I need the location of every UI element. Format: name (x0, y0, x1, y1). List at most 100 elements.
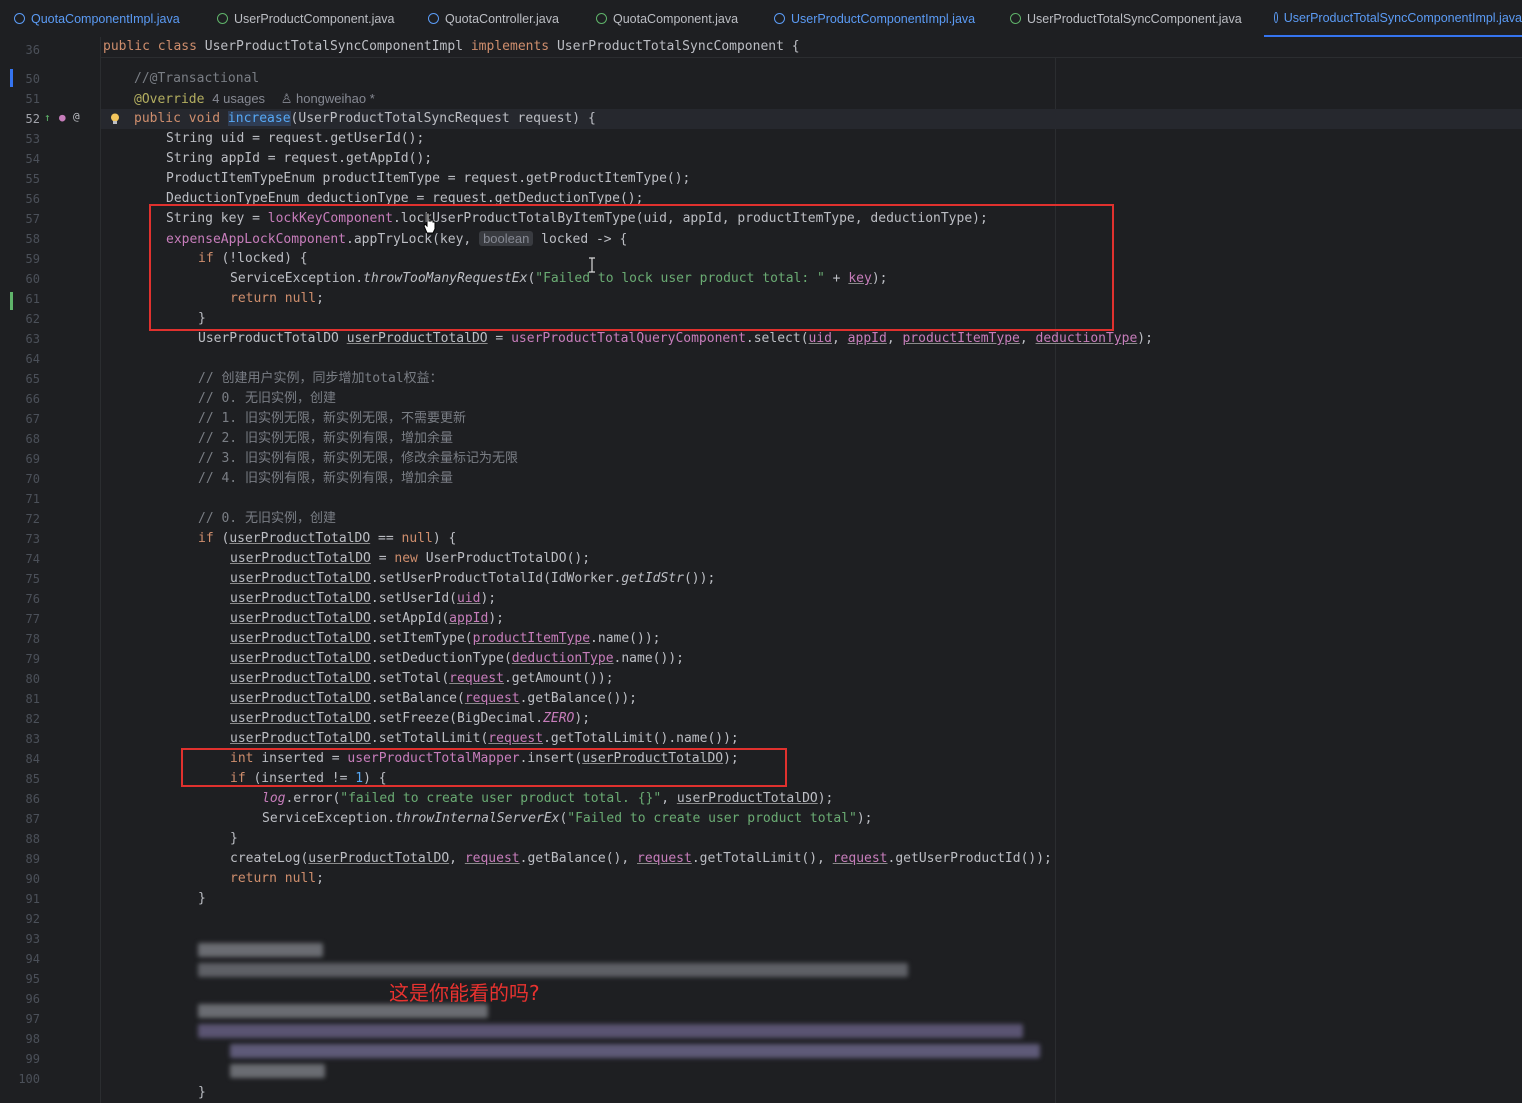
tab-label: QuotaController.java (445, 11, 559, 26)
code-editor[interactable]: public class UserProductTotalSyncCompone… (101, 37, 1522, 1103)
blurred-code (198, 1004, 488, 1018)
code-line-51[interactable]: @Override 4 usages ♙ hongweihao * (134, 89, 375, 110)
code-line-50[interactable]: //@Transactional (134, 69, 259, 89)
code-line-65[interactable]: // 创建用户实例，同步增加total权益： (198, 369, 443, 389)
line-number: 95 (25, 972, 40, 986)
tab-user-product-total-sync-component[interactable]: UserProductTotalSyncComponent.java (1010, 0, 1242, 37)
sticky-class-header[interactable]: public class UserProductTotalSyncCompone… (101, 37, 1522, 58)
code-line-75[interactable]: userProductTotalDO.setUserProductTotalId… (230, 569, 715, 589)
code-line-91[interactable]: } (198, 889, 206, 909)
class-icon (774, 13, 785, 24)
line-number: 77 (25, 612, 40, 626)
tab-user-product-component-impl[interactable]: UserProductComponentImpl.java (774, 0, 975, 37)
line-number: 60 (25, 272, 40, 286)
line-number: 62 (25, 312, 40, 326)
code-line-78[interactable]: userProductTotalDO.setItemType(productIt… (230, 629, 661, 649)
line-text: //@Transactional (134, 71, 260, 86)
code-line-89[interactable]: createLog(userProductTotalDO, request.ge… (230, 849, 1052, 869)
line-text: // 0. 无旧实例，创建 (198, 511, 336, 526)
line-number: 54 (25, 152, 40, 166)
line-number: 94 (25, 952, 40, 966)
line-text: // 1. 旧实例无限，新实例无限，不需要更新 (198, 411, 466, 426)
code-line-87[interactable]: ServiceException.throwInternalServerEx("… (262, 809, 873, 829)
highlight-box-insert (181, 748, 787, 787)
interface-icon (596, 13, 607, 24)
override-annotation: @Override (134, 92, 205, 107)
line-number: 58 (25, 232, 40, 246)
component-icon[interactable]: ● (59, 111, 66, 124)
line-number: 74 (25, 552, 40, 566)
line-number: 91 (25, 892, 40, 906)
class-icon (14, 13, 25, 24)
tab-user-product-total-sync-component-impl[interactable]: UserProductTotalSyncComponentImpl.java (1264, 0, 1522, 37)
line-number: 59 (25, 252, 40, 266)
line-number: 68 (25, 432, 40, 446)
tab-quota-controller[interactable]: QuotaController.java (428, 0, 559, 37)
code-line-66[interactable]: // 0. 无旧实例，创建 (198, 389, 336, 409)
usages-hint[interactable]: 4 usages (212, 91, 265, 106)
code-line-69[interactable]: // 3. 旧实例有限，新实例无限，修改余量标记为无限 (198, 449, 518, 469)
line-number: 80 (25, 672, 40, 686)
line-number: 78 (25, 632, 40, 646)
code-line-83[interactable]: userProductTotalDO.setTotalLimit(request… (230, 729, 739, 749)
tab-quota-component[interactable]: QuotaComponent.java (596, 0, 738, 37)
line-text: // 2. 旧实例无限，新实例有限，增加余量 (198, 431, 453, 446)
sticky-code: public class UserProductTotalSyncCompone… (103, 39, 800, 54)
author-hint[interactable]: ♙ hongweihao * (281, 91, 375, 106)
code-line-54[interactable]: String appId = request.getAppId(); (166, 149, 432, 169)
implements-icon[interactable]: ↑ (44, 111, 51, 124)
line-number: 98 (25, 1032, 40, 1046)
line-number: 89 (25, 852, 40, 866)
hand-cursor-icon (423, 212, 436, 234)
code-line-67[interactable]: // 1. 旧实例无限，新实例无限，不需要更新 (198, 409, 466, 429)
line-number: 84 (25, 752, 40, 766)
line-number: 51 (25, 92, 40, 106)
line-number: 87 (25, 812, 40, 826)
code-line-80[interactable]: userProductTotalDO.setTotal(request.getA… (230, 669, 614, 689)
lightbulb-icon[interactable] (110, 113, 120, 125)
line-number: 70 (25, 472, 40, 486)
line-number: 69 (25, 452, 40, 466)
line-number: 52 (25, 112, 40, 126)
line-number: 64 (25, 352, 40, 366)
highlight-box-lock (149, 204, 1114, 331)
code-line-90[interactable]: return null; (230, 869, 324, 889)
code-line-77[interactable]: userProductTotalDO.setAppId(appId); (230, 609, 504, 629)
line-number-gutter: 36 50 51 52 ↑ ● @ 53 54 55 56 57 58 59 6… (0, 37, 101, 1103)
code-line-52[interactable]: public void increase(UserProductTotalSyn… (134, 109, 596, 129)
interface-icon (1010, 13, 1021, 24)
line-number: 92 (25, 912, 40, 926)
code-line-63[interactable]: UserProductTotalDO userProductTotalDO = … (198, 329, 1153, 349)
tab-quota-component-impl[interactable]: QuotaComponentImpl.java (14, 0, 180, 37)
tab-user-product-component[interactable]: UserProductComponent.java (217, 0, 395, 37)
code-line-76[interactable]: userProductTotalDO.setUserId(uid); (230, 589, 496, 609)
code-line-55[interactable]: ProductItemTypeEnum productItemType = re… (166, 169, 690, 189)
line-number: 88 (25, 832, 40, 846)
code-line-53[interactable]: String uid = request.getUserId(); (166, 129, 424, 149)
code-line-72[interactable]: // 0. 无旧实例，创建 (198, 509, 336, 529)
code-line-68[interactable]: // 2. 旧实例无限，新实例有限，增加余量 (198, 429, 453, 449)
line-text: // 0. 无旧实例，创建 (198, 391, 336, 406)
line-number: 56 (25, 192, 40, 206)
tab-label: UserProductTotalSyncComponentImpl.java (1283, 10, 1522, 25)
code-line-81[interactable]: userProductTotalDO.setBalance(request.ge… (230, 689, 637, 709)
at-icon[interactable]: @ (73, 110, 80, 123)
code-line-88[interactable]: } (230, 829, 238, 849)
line-number: 82 (25, 712, 40, 726)
code-line-86[interactable]: log.error("failed to create user product… (262, 789, 833, 809)
code-line-74[interactable]: userProductTotalDO = new UserProductTota… (230, 549, 590, 569)
interface-icon (217, 13, 228, 24)
tab-label: QuotaComponent.java (613, 11, 739, 26)
blurred-code (198, 963, 908, 977)
code-line-79[interactable]: userProductTotalDO.setDeductionType(dedu… (230, 649, 684, 669)
code-line-70[interactable]: // 4. 旧实例有限，新实例有限，增加余量 (198, 469, 453, 489)
class-icon (428, 13, 439, 24)
line-number: 86 (25, 792, 40, 806)
code-line-82[interactable]: userProductTotalDO.setFreeze(BigDecimal.… (230, 709, 590, 729)
code-line-73[interactable]: if (userProductTotalDO == null) { (198, 529, 456, 549)
line-number: 72 (25, 512, 40, 526)
blurred-code (230, 1044, 1040, 1058)
line-number: 93 (25, 932, 40, 946)
line-number: 65 (25, 372, 40, 386)
line-number: 75 (25, 572, 40, 586)
